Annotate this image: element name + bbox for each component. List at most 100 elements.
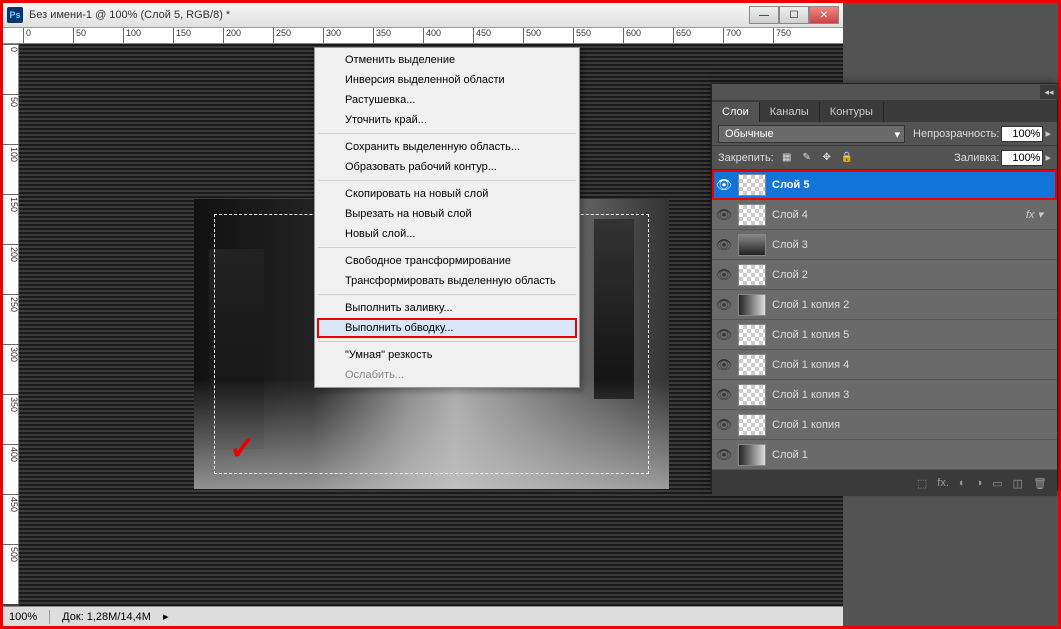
menu-item[interactable]: Сохранить выделенную область... bbox=[317, 137, 577, 157]
menu-item[interactable]: "Умная" резкость bbox=[317, 345, 577, 365]
panel-collapse-icon[interactable]: ◂◂ bbox=[1040, 85, 1058, 99]
menu-separator bbox=[318, 341, 576, 342]
panel-tab[interactable]: Каналы bbox=[760, 102, 820, 122]
ruler-tick: 250 bbox=[273, 28, 291, 44]
layer-thumbnail[interactable] bbox=[738, 354, 766, 376]
panel-footer-icon[interactable]: ◐ bbox=[959, 477, 966, 489]
layer-row[interactable]: 👁 Слой 1 bbox=[712, 440, 1057, 470]
menu-item[interactable]: Вырезать на новый слой bbox=[317, 204, 577, 224]
layer-thumbnail[interactable] bbox=[738, 324, 766, 346]
menu-item[interactable]: Растушевка... bbox=[317, 90, 577, 110]
layer-thumbnail[interactable] bbox=[738, 234, 766, 256]
layer-row[interactable]: 👁 Слой 1 копия 5 bbox=[712, 320, 1057, 350]
layer-name[interactable]: Слой 1 копия bbox=[772, 419, 1053, 431]
menu-item[interactable]: Уточнить край... bbox=[317, 110, 577, 130]
menu-item[interactable]: Свободное трансформирование bbox=[317, 251, 577, 271]
layer-thumbnail[interactable] bbox=[738, 444, 766, 466]
fx-icon[interactable]: fx ▾ bbox=[1026, 208, 1043, 221]
layer-name[interactable]: Слой 1 копия 5 bbox=[772, 329, 1053, 341]
lock-transparency-icon[interactable]: ▦ bbox=[780, 151, 794, 165]
layer-name[interactable]: Слой 1 bbox=[772, 449, 1053, 461]
menu-item[interactable]: Образовать рабочий контур... bbox=[317, 157, 577, 177]
menu-item[interactable]: Трансформировать выделенную область bbox=[317, 271, 577, 291]
visibility-icon[interactable]: 👁 bbox=[716, 447, 732, 463]
layer-name[interactable]: Слой 2 bbox=[772, 269, 1053, 281]
menu-separator bbox=[318, 180, 576, 181]
ruler-tick: 200 bbox=[223, 28, 241, 44]
menu-item[interactable]: Выполнить обводку... bbox=[317, 318, 577, 338]
layers-panel[interactable]: СлоиКаналыКонтуры Обычные Непрозрачность… bbox=[711, 83, 1058, 491]
visibility-icon[interactable]: 👁 bbox=[716, 357, 732, 373]
panel-tabs: СлоиКаналыКонтуры bbox=[712, 100, 1057, 122]
panel-footer-icon[interactable]: ⬚ bbox=[917, 477, 927, 490]
layer-thumbnail[interactable] bbox=[738, 204, 766, 226]
menu-item[interactable]: Выполнить заливку... bbox=[317, 298, 577, 318]
blend-mode-dropdown[interactable]: Обычные bbox=[718, 125, 905, 143]
blend-opacity-row: Обычные Непрозрачность: 100% ▸ bbox=[712, 122, 1057, 146]
lock-paint-icon[interactable]: ✎ bbox=[800, 151, 814, 165]
panel-footer-icon[interactable]: ▭ bbox=[992, 477, 1002, 490]
status-arrow-icon[interactable]: ▸ bbox=[163, 610, 169, 623]
close-button[interactable]: ✕ bbox=[809, 6, 839, 24]
visibility-icon[interactable]: 👁 bbox=[716, 177, 732, 193]
visibility-icon[interactable]: 👁 bbox=[716, 207, 732, 223]
visibility-icon[interactable]: 👁 bbox=[716, 417, 732, 433]
layer-thumbnail[interactable] bbox=[738, 414, 766, 436]
visibility-icon[interactable]: 👁 bbox=[716, 237, 732, 253]
ruler-tick: 100 bbox=[123, 28, 141, 44]
lock-all-icon[interactable]: 🔒 bbox=[840, 151, 854, 165]
menu-item[interactable]: Инверсия выделенной области bbox=[317, 70, 577, 90]
panel-tab[interactable]: Контуры bbox=[820, 102, 884, 122]
visibility-icon[interactable]: 👁 bbox=[716, 327, 732, 343]
panel-drag-header[interactable] bbox=[712, 84, 1057, 100]
ruler-tick: 500 bbox=[3, 544, 19, 562]
layer-name[interactable]: Слой 1 копия 4 bbox=[772, 359, 1053, 371]
layer-name[interactable]: Слой 4 bbox=[772, 209, 1020, 221]
panel-footer-icon[interactable]: ◫ bbox=[1013, 477, 1023, 490]
menu-item[interactable]: Скопировать на новый слой bbox=[317, 184, 577, 204]
layer-name[interactable]: Слой 1 копия 3 bbox=[772, 389, 1053, 401]
layer-row[interactable]: 👁 Слой 4 fx ▾ bbox=[712, 200, 1057, 230]
zoom-level[interactable]: 100% bbox=[9, 611, 37, 623]
ruler-tick: 400 bbox=[423, 28, 441, 44]
layer-row[interactable]: 👁 Слой 2 bbox=[712, 260, 1057, 290]
menu-item[interactable]: Новый слой... bbox=[317, 224, 577, 244]
panel-footer-icon[interactable]: ◑ bbox=[976, 477, 983, 489]
layer-name[interactable]: Слой 3 bbox=[772, 239, 1053, 251]
layer-thumbnail[interactable] bbox=[738, 384, 766, 406]
ruler-tick: 300 bbox=[3, 344, 19, 362]
layer-row[interactable]: 👁 Слой 3 bbox=[712, 230, 1057, 260]
layer-row[interactable]: 👁 Слой 1 копия 2 bbox=[712, 290, 1057, 320]
panel-footer-icon[interactable]: fx. bbox=[937, 477, 949, 489]
ruler-tick: 200 bbox=[3, 244, 19, 262]
panel-tab[interactable]: Слои bbox=[712, 102, 760, 122]
layer-thumbnail[interactable] bbox=[738, 174, 766, 196]
layer-row[interactable]: 👁 Слой 5 bbox=[712, 170, 1057, 200]
visibility-icon[interactable]: 👁 bbox=[716, 267, 732, 283]
minimize-button[interactable]: — bbox=[749, 6, 779, 24]
layer-name[interactable]: Слой 1 копия 2 bbox=[772, 299, 1053, 311]
lock-icons: ▦ ✎ ✥ 🔒 bbox=[780, 151, 854, 165]
layer-name[interactable]: Слой 5 bbox=[772, 179, 1053, 191]
maximize-button[interactable]: ☐ bbox=[779, 6, 809, 24]
opacity-arrow-icon[interactable]: ▸ bbox=[1045, 127, 1051, 140]
layer-thumbnail[interactable] bbox=[738, 264, 766, 286]
red-checkmark-annotation: ✓ bbox=[229, 429, 256, 467]
titlebar[interactable]: Ps Без имени-1 @ 100% (Слой 5, RGB/8) * … bbox=[3, 3, 843, 28]
layer-row[interactable]: 👁 Слой 1 копия bbox=[712, 410, 1057, 440]
panel-footer-icon[interactable]: 🗑 bbox=[1033, 477, 1047, 490]
fill-label: Заливка: bbox=[954, 152, 999, 164]
layer-row[interactable]: 👁 Слой 1 копия 4 bbox=[712, 350, 1057, 380]
context-menu[interactable]: Отменить выделениеИнверсия выделенной об… bbox=[314, 47, 580, 388]
opacity-input[interactable]: 100% bbox=[1001, 126, 1043, 142]
visibility-icon[interactable]: 👁 bbox=[716, 387, 732, 403]
fill-input[interactable]: 100% bbox=[1001, 150, 1043, 166]
layer-thumbnail[interactable] bbox=[738, 294, 766, 316]
fill-arrow-icon[interactable]: ▸ bbox=[1045, 151, 1051, 164]
visibility-icon[interactable]: 👁 bbox=[716, 297, 732, 313]
layer-row[interactable]: 👁 Слой 1 копия 3 bbox=[712, 380, 1057, 410]
menu-item[interactable]: Отменить выделение bbox=[317, 50, 577, 70]
ruler-tick: 500 bbox=[523, 28, 541, 44]
ruler-tick: 600 bbox=[623, 28, 641, 44]
lock-position-icon[interactable]: ✥ bbox=[820, 151, 834, 165]
